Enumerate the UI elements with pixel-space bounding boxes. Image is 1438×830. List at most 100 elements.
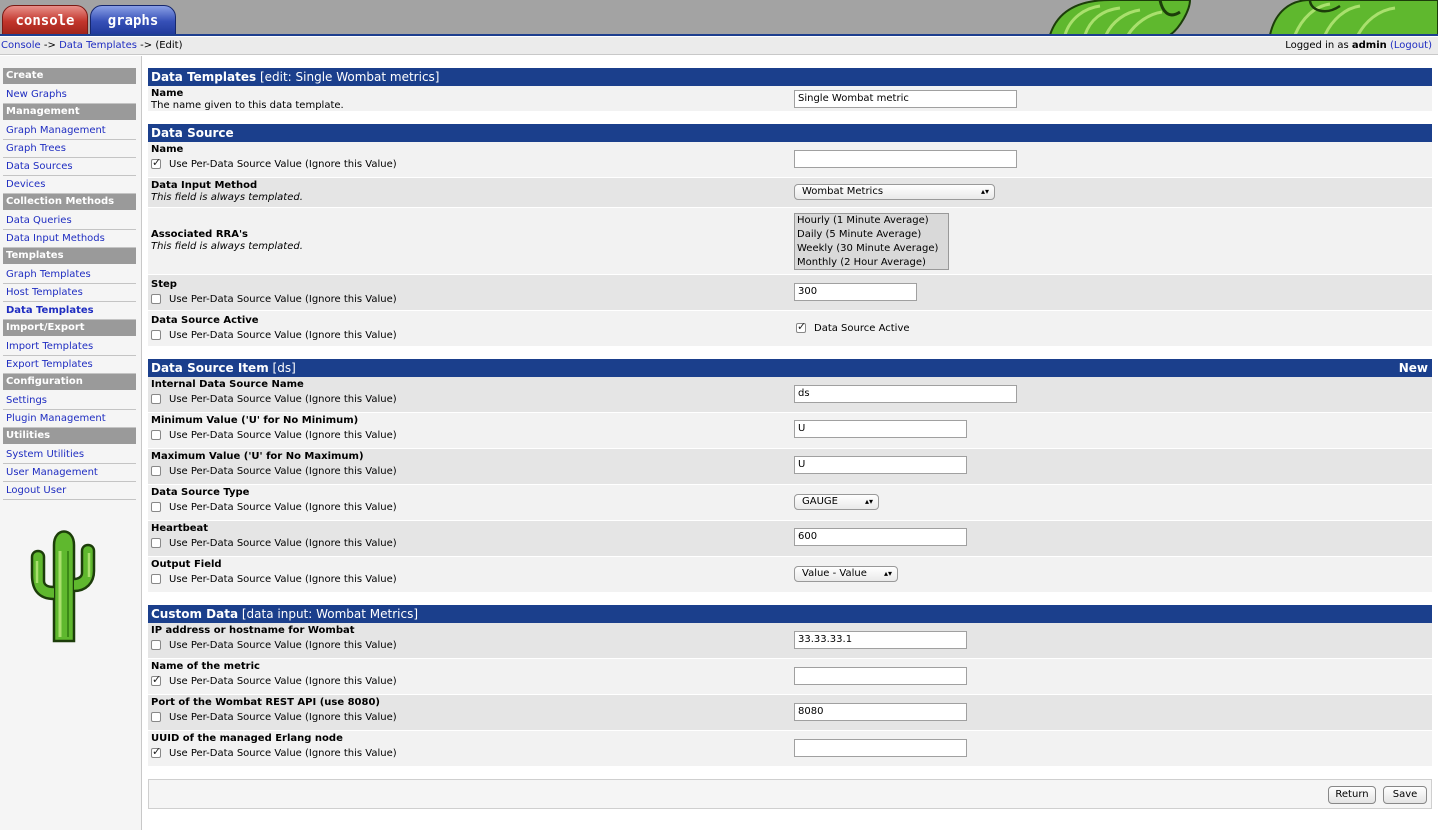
- menu-item-data-sources[interactable]: Data Sources: [3, 158, 136, 176]
- menu-item-data-queries[interactable]: Data Queries: [3, 212, 136, 230]
- section-title-suffix: [edit: Single Wombat metrics]: [256, 70, 440, 84]
- select-value: Wombat Metrics: [802, 186, 884, 197]
- per-ds-checkbox[interactable]: [151, 466, 161, 476]
- new-link[interactable]: New: [1399, 359, 1428, 377]
- per-ds-checkbox[interactable]: [151, 538, 161, 548]
- per-ds-option: Use Per-Data Source Value (Ignore this V…: [151, 538, 397, 549]
- row-erlang-uuid: UUID of the managed Erlang node Use Per-…: [148, 731, 1432, 767]
- menu-item-settings[interactable]: Settings: [3, 392, 136, 410]
- breadcrumb-data-templates[interactable]: Data Templates: [59, 40, 137, 51]
- ds-name-input[interactable]: [794, 150, 1017, 168]
- data-input-method-select[interactable]: Wombat Metrics ▴▾: [794, 184, 995, 200]
- field-description: This field is always templated.: [151, 241, 303, 252]
- per-ds-checkbox[interactable]: [151, 673, 161, 686]
- section-header-data-source-item: Data Source Item [ds] New: [148, 359, 1432, 377]
- field-label: Internal Data Source Name: [151, 379, 304, 390]
- menu-item-user-management[interactable]: User Management: [3, 464, 136, 482]
- menu-item-plugin-management[interactable]: Plugin Management: [3, 410, 136, 428]
- field-label: Port of the Wombat REST API (use 8080): [151, 697, 381, 708]
- row-output-field: Output Field Use Per-Data Source Value (…: [148, 557, 1432, 593]
- menu-header-create: Create: [3, 68, 136, 84]
- heartbeat-input[interactable]: 600: [794, 528, 967, 546]
- erlang-uuid-input[interactable]: [794, 739, 967, 757]
- ip-address-input[interactable]: 33.33.33.1: [794, 631, 967, 649]
- breadcrumb-bar: Console -> Data Templates -> (Edit) Logg…: [0, 37, 1438, 55]
- menu-item-new-graphs[interactable]: New Graphs: [3, 86, 136, 104]
- per-ds-checkbox[interactable]: [151, 156, 161, 169]
- per-ds-label: Use Per-Data Source Value (Ignore this V…: [169, 394, 397, 405]
- rra-option[interactable]: Hourly (1 Minute Average): [795, 214, 948, 228]
- per-ds-option: Use Per-Data Source Value (Ignore this V…: [151, 574, 397, 585]
- breadcrumb-separator: ->: [40, 40, 60, 51]
- top-navigation-bar: console graphs: [0, 0, 1438, 35]
- data-source-active-checkbox[interactable]: [796, 320, 806, 333]
- cactus-logo-banner: [1048, 0, 1438, 35]
- rest-api-port-input[interactable]: 8080: [794, 703, 967, 721]
- per-ds-option: Use Per-Data Source Value (Ignore this V…: [151, 745, 397, 759]
- output-field-select[interactable]: Value - Value ▴▾: [794, 566, 898, 582]
- rra-option[interactable]: Monthly (2 Hour Average): [795, 256, 948, 270]
- step-input[interactable]: 300: [794, 283, 917, 301]
- per-ds-checkbox[interactable]: [151, 430, 161, 440]
- field-description: This field is always templated.: [151, 192, 303, 203]
- internal-ds-name-input[interactable]: ds: [794, 385, 1017, 403]
- tab-graphs[interactable]: graphs: [90, 5, 176, 35]
- menu-item-graph-management[interactable]: Graph Management: [3, 122, 136, 140]
- per-ds-label: Use Per-Data Source Value (Ignore this V…: [169, 640, 397, 651]
- minimum-value-input[interactable]: U: [794, 420, 967, 438]
- menu-item-devices[interactable]: Devices: [3, 176, 136, 194]
- row-ds-name: Name Use Per-Data Source Value (Ignore t…: [148, 142, 1432, 178]
- menu-item-system-utilities[interactable]: System Utilities: [3, 446, 136, 464]
- login-status: Logged in as admin (Logout): [1285, 40, 1432, 51]
- menu-item-export-templates[interactable]: Export Templates: [3, 356, 136, 374]
- menu-item-logout-user[interactable]: Logout User: [3, 482, 136, 500]
- menu-header-management: Management: [3, 104, 136, 120]
- save-button[interactable]: Save: [1383, 786, 1427, 804]
- menu-item-graph-trees[interactable]: Graph Trees: [3, 140, 136, 158]
- row-data-input-method: Data Input Method This field is always t…: [148, 178, 1432, 208]
- row-template-name: Name The name given to this data templat…: [148, 86, 1432, 112]
- field-label: Maximum Value ('U' for No Maximum): [151, 451, 364, 462]
- field-label: Name: [151, 144, 184, 155]
- menu-item-graph-templates[interactable]: Graph Templates: [3, 266, 136, 284]
- per-ds-checkbox[interactable]: [151, 394, 161, 404]
- per-ds-option: Use Per-Data Source Value (Ignore this V…: [151, 673, 397, 687]
- section-title: Data Source Item: [151, 361, 269, 375]
- per-ds-label: Use Per-Data Source Value (Ignore this V…: [169, 538, 397, 549]
- menu-item-data-templates[interactable]: Data Templates: [3, 302, 136, 320]
- menu-header-collection-methods: Collection Methods: [3, 194, 136, 210]
- per-ds-checkbox[interactable]: [151, 294, 161, 304]
- maximum-value-input[interactable]: U: [794, 456, 967, 474]
- per-ds-option: Use Per-Data Source Value (Ignore this V…: [151, 640, 397, 651]
- per-ds-option: Use Per-Data Source Value (Ignore this V…: [151, 330, 397, 341]
- tab-console[interactable]: console: [2, 5, 88, 35]
- menu-item-import-templates[interactable]: Import Templates: [3, 338, 136, 356]
- rra-listbox[interactable]: Hourly (1 Minute Average) Daily (5 Minut…: [794, 213, 949, 270]
- section-title: Data Source: [151, 126, 234, 140]
- per-ds-checkbox[interactable]: [151, 574, 161, 584]
- template-name-input[interactable]: Single Wombat metric: [794, 90, 1017, 108]
- per-ds-label: Use Per-Data Source Value (Ignore this V…: [169, 466, 397, 477]
- spacer: [148, 593, 1432, 605]
- row-heartbeat: Heartbeat Use Per-Data Source Value (Ign…: [148, 521, 1432, 557]
- per-ds-checkbox[interactable]: [151, 330, 161, 340]
- menu-item-data-input-methods[interactable]: Data Input Methods: [3, 230, 136, 248]
- logout-link[interactable]: (Logout): [1390, 40, 1432, 51]
- breadcrumb-current: (Edit): [155, 40, 183, 51]
- per-ds-checkbox[interactable]: [151, 745, 161, 758]
- rra-option[interactable]: Weekly (30 Minute Average): [795, 242, 948, 256]
- breadcrumb-console[interactable]: Console: [1, 40, 41, 51]
- per-ds-checkbox[interactable]: [151, 712, 161, 722]
- select-arrows-icon: ▴▾: [980, 187, 989, 196]
- return-button[interactable]: Return: [1328, 786, 1376, 804]
- spacer: [148, 347, 1432, 359]
- metric-name-input[interactable]: [794, 667, 967, 685]
- menu-item-host-templates[interactable]: Host Templates: [3, 284, 136, 302]
- per-ds-checkbox[interactable]: [151, 502, 161, 512]
- per-ds-checkbox[interactable]: [151, 640, 161, 650]
- per-ds-option: Use Per-Data Source Value (Ignore this V…: [151, 712, 397, 723]
- data-source-type-select[interactable]: GAUGE ▴▾: [794, 494, 879, 510]
- field-label: Name of the metric: [151, 661, 260, 672]
- field-label: Minimum Value ('U' for No Minimum): [151, 415, 359, 426]
- rra-option[interactable]: Daily (5 Minute Average): [795, 228, 948, 242]
